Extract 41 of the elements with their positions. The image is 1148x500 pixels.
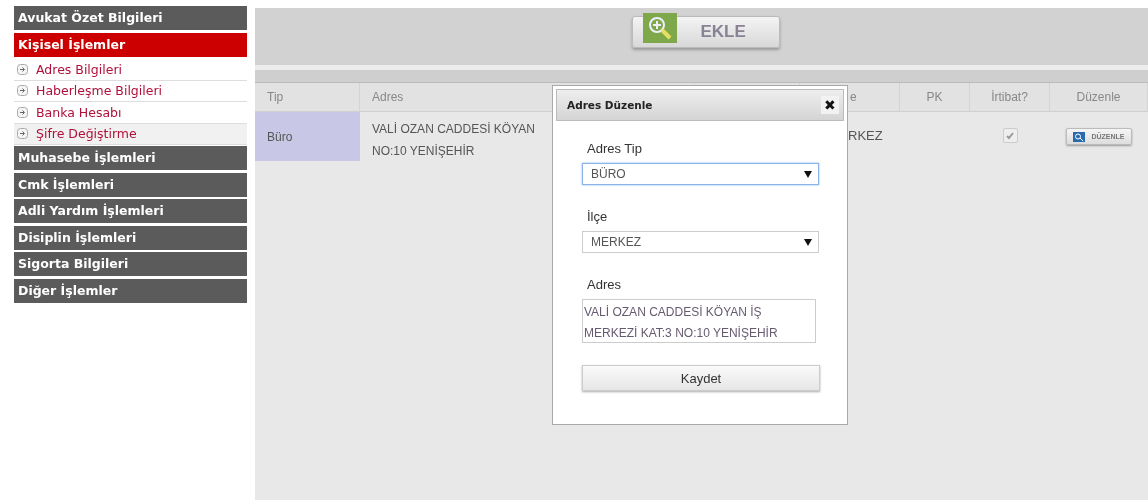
menu-header[interactable]: Cmk İşlemleri (14, 172, 247, 197)
menu-header[interactable]: Avukat Özet Bilgileri (14, 6, 247, 30)
checkbox[interactable] (1002, 128, 1018, 143)
submenu-item[interactable]: Banka Hesabı (14, 102, 247, 124)
column-header: e (850, 90, 857, 104)
dropdown-arrow-icon (804, 170, 812, 178)
field-label: Adres (587, 277, 622, 292)
submenu-item[interactable]: Şifre Değiştirme (14, 123, 247, 145)
menu-header[interactable]: Diğer İşlemler (14, 278, 247, 303)
field-label: İlçe (587, 209, 609, 224)
submenu-item[interactable]: Haberleşme Bilgileri (14, 80, 247, 102)
menu-header[interactable]: Muhasebe İşlemleri (14, 146, 247, 170)
menu-header[interactable]: Kişisel İşlemler (14, 32, 247, 57)
menu-header[interactable]: Sigorta Bilgileri (14, 252, 247, 276)
save-button[interactable]: Kaydet (582, 365, 820, 391)
zoom-in-icon (642, 13, 677, 43)
menu-header[interactable]: Adli Yardım İşlemleri (14, 199, 247, 223)
select-field[interactable]: MERKEZ (582, 231, 819, 253)
table-cell: Büro (255, 112, 360, 161)
column-header: PK (926, 90, 943, 104)
table-cell: RKEZ (848, 128, 883, 143)
dialog-title: Adres Düzenle (567, 99, 653, 111)
arrow-icon (17, 128, 28, 140)
dropdown-arrow-icon (804, 238, 812, 246)
submenu-item[interactable]: Adres Bilgileri (14, 59, 247, 81)
arrow-icon (17, 63, 28, 75)
menu-header[interactable]: Disiplin İşlemleri (14, 225, 247, 250)
column-header: Adres (372, 90, 404, 104)
table-cell: VALİ OZAN CADDESİ KÖYAN (372, 122, 535, 136)
arrow-icon (17, 85, 28, 97)
arrow-icon (17, 106, 28, 118)
select-field[interactable]: BÜRO (582, 163, 819, 185)
address-field[interactable]: VALİ OZAN CADDESİ KÖYAN İŞ MERKEZİ KAT:3 NO:10 YENİŞEHİR (582, 299, 816, 343)
column-header: Tip (267, 90, 284, 104)
search-icon (1073, 131, 1086, 142)
column-header: İrtibat? (991, 90, 1028, 104)
close-button[interactable]: ✖ (821, 96, 839, 114)
check-icon (1005, 130, 1015, 141)
field-label: Adres Tip (587, 141, 643, 156)
column-header: Düzenle (1076, 90, 1121, 104)
table-cell: NO:10 YENİŞEHİR (372, 144, 475, 158)
